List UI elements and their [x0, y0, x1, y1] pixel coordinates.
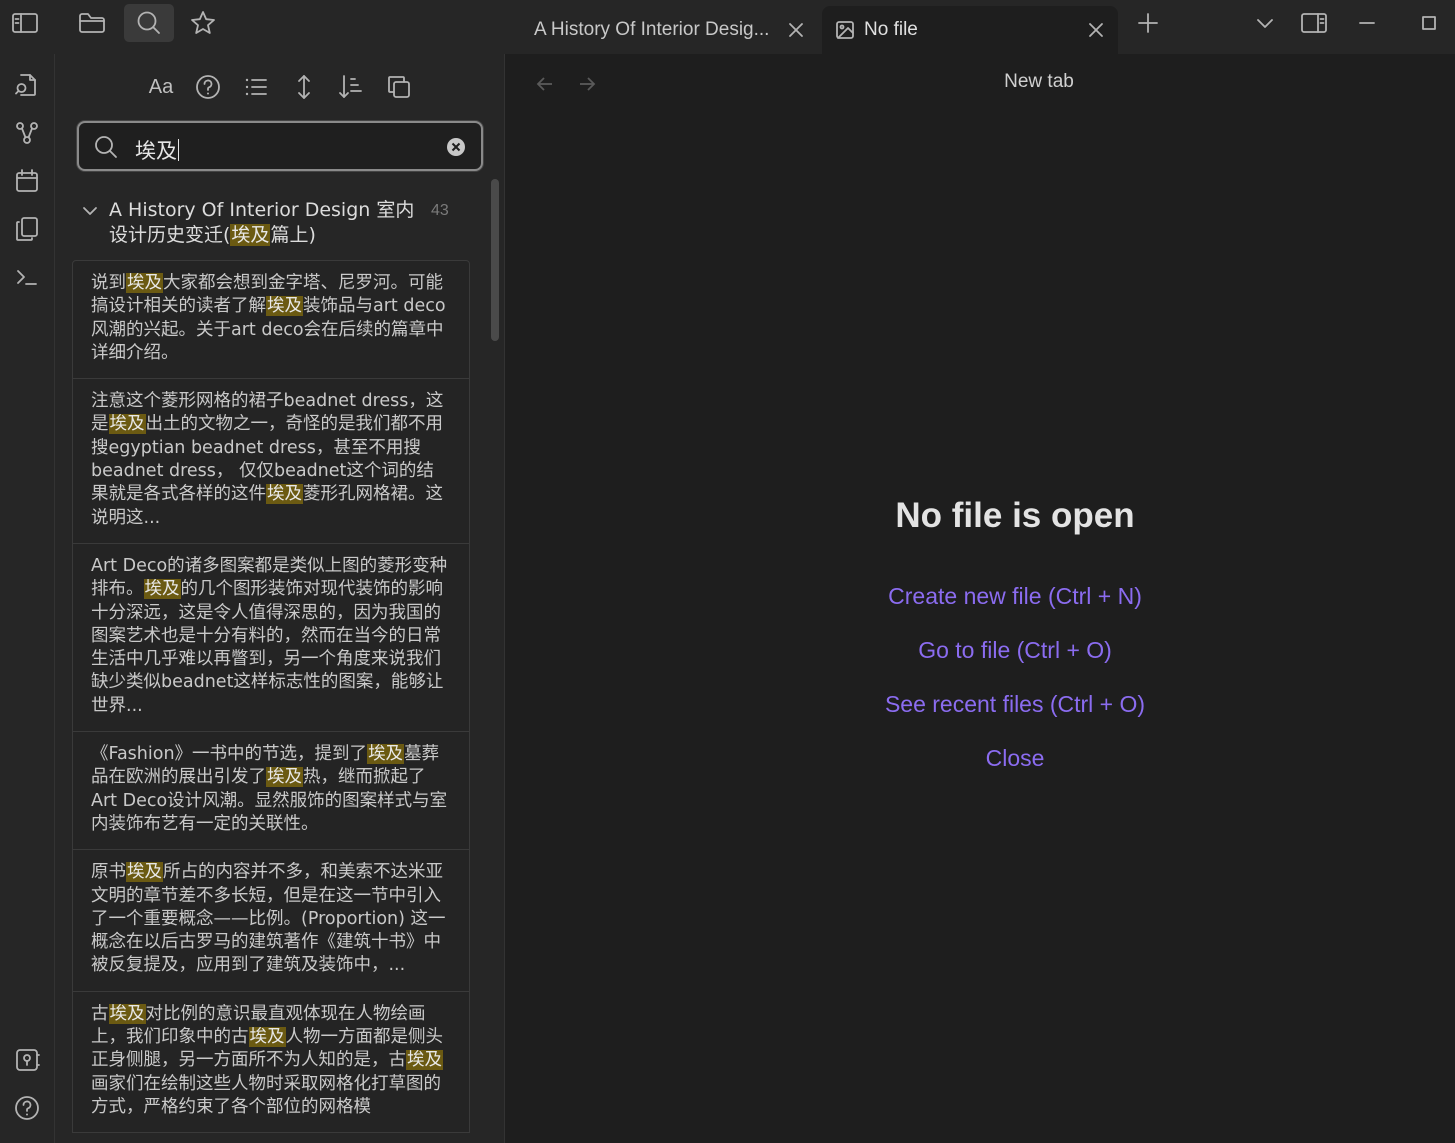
graph-icon [16, 122, 38, 144]
terminal-icon [17, 270, 37, 285]
bookmarks-button[interactable] [178, 4, 228, 42]
sort-button[interactable] [334, 70, 368, 104]
tab-label: A History Of Interior Desig... [534, 19, 770, 40]
match-case-button[interactable]: Aa [144, 70, 178, 104]
search-match: 埃及 [367, 744, 405, 765]
match-count: 43 [431, 202, 449, 219]
sidebar-toggle-icon [12, 13, 38, 33]
sidebar-toggle-button[interactable] [0, 4, 50, 42]
search-match: 埃及 [126, 862, 163, 883]
empty-state-title: No file is open [895, 496, 1135, 535]
calendar-icon [16, 169, 38, 192]
search-match: 埃及 [266, 484, 303, 505]
templates-icon [16, 217, 38, 241]
help-button[interactable] [8, 1089, 46, 1127]
copy-icon [388, 76, 410, 98]
search-icon [137, 11, 160, 34]
graph-view-button[interactable] [8, 114, 46, 152]
tab-list-button[interactable] [1242, 4, 1288, 42]
view-header-title: New tab [1004, 71, 1074, 92]
tab-close-button[interactable] [785, 19, 807, 41]
chevron-down-icon [1257, 19, 1273, 28]
empty-tab-view: New tab No file is open Create new file … [506, 54, 1455, 1143]
explain-search-button[interactable] [191, 70, 225, 104]
search-input[interactable]: 埃及 [77, 121, 483, 171]
collapse-chevron-icon[interactable] [81, 202, 99, 220]
close-icon [1089, 23, 1103, 37]
search-result-snippet[interactable]: 说到埃及大家都会想到金字塔、尼罗河。可能搞设计相关的读者了解埃及装饰品与art … [72, 260, 470, 380]
vault-icon [16, 1049, 40, 1071]
files-button[interactable] [67, 4, 117, 42]
terminal-button[interactable] [8, 258, 46, 296]
search-match: 埃及 [143, 579, 181, 600]
show-more-context-button[interactable] [287, 70, 321, 104]
ribbon [0, 54, 55, 1143]
snippet-text: 说到 [91, 273, 126, 293]
close-icon [789, 23, 803, 37]
search-results-list: 说到埃及大家都会想到金字塔、尼罗河。可能搞设计相关的读者了解埃及装饰品与art … [72, 260, 470, 1134]
search-pane: Aa 埃及 A History Of Interior Design 室内设计历… [55, 54, 505, 1143]
tab-history-of-interior-design[interactable]: A History Of Interior Desig... [520, 6, 820, 54]
right-sidebar-toggle-button[interactable] [1290, 4, 1338, 42]
search-match: 埃及 [108, 414, 146, 435]
search-match: 埃及 [248, 1027, 286, 1048]
folder-icon [79, 13, 105, 33]
match-case-label: Aa [148, 75, 174, 98]
new-tab-button[interactable] [1124, 4, 1172, 42]
list-icon [245, 78, 267, 96]
search-match: 埃及 [230, 224, 271, 246]
search-result-file-title: A History Of Interior Design 室内设计历史变迁(埃及… [109, 199, 415, 246]
search-match: 埃及 [108, 1003, 146, 1024]
search-icon [95, 136, 117, 158]
search-result-snippet[interactable]: 古埃及对比例的意识最直观体现在人物绘画上，我们印象中的古埃及人物一方面都是侧头正… [72, 991, 470, 1134]
search-result-snippet[interactable]: Art Deco的诸多图案都是类似上图的菱形变种排布。埃及的几个图形装饰对现代装… [72, 543, 470, 733]
maximize-icon [1422, 16, 1436, 30]
new-tab-icon [1138, 13, 1158, 33]
vault-switcher-button[interactable] [8, 1041, 46, 1079]
snippet-text: 原书 [91, 862, 126, 883]
scrollbar-thumb[interactable] [491, 179, 499, 341]
help-icon [196, 75, 220, 99]
clear-search-icon[interactable] [445, 136, 467, 158]
snippet-text: 古 [91, 1003, 109, 1024]
search-match: 埃及 [266, 296, 303, 317]
search-query: 埃及 [135, 135, 179, 165]
sort-icon [339, 75, 362, 98]
daily-note-button[interactable] [8, 162, 46, 200]
see-recent-files-link[interactable]: See recent files (Ctrl + O) [506, 691, 1455, 718]
title-bar: A History Of Interior Desig... No file [0, 0, 1455, 54]
right-sidebar-icon [1301, 13, 1327, 33]
snippet-text: 画家们在绘制这些人物时采取网格化打草图的方式，严格约束了各个部位的网格模 [91, 1073, 441, 1117]
maximize-button[interactable] [1406, 4, 1452, 42]
expand-vertical-icon [298, 75, 310, 99]
minimize-button[interactable] [1344, 4, 1390, 42]
search-result-snippet[interactable]: 注意这个菱形网格的裙子beadnet dress，这是埃及出土的文物之一，奇怪的… [72, 379, 470, 544]
open-quick-switcher-icon [15, 74, 36, 96]
go-to-file-link[interactable]: Go to file (Ctrl + O) [506, 637, 1455, 664]
tab-label: No file [864, 19, 918, 40]
copy-results-button[interactable] [382, 70, 416, 104]
minimize-icon [1359, 22, 1375, 24]
tab-close-button[interactable] [1085, 19, 1107, 41]
create-new-file-link[interactable]: Create new file (Ctrl + N) [506, 583, 1455, 610]
quick-switcher-button[interactable] [8, 66, 46, 104]
search-match: 埃及 [126, 273, 163, 293]
snippet-text: 《Fashion》一书中的节选，提到了 [91, 744, 368, 765]
search-result-snippet[interactable]: 原书埃及所占的内容并不多，和美索不达米亚文明的章节差不多长短，但是在这一节中引入… [72, 850, 470, 992]
close-tab-link[interactable]: Close [506, 745, 1455, 772]
search-result-snippet[interactable]: 《Fashion》一书中的节选，提到了埃及墓葬品在欧洲的展出引发了埃及热，继而掀… [72, 732, 470, 851]
snippet-text: 的几个图形装饰对现代装饰的影响十分深远，这是令人值得深思的，因为我国的图案艺术也… [91, 579, 444, 716]
search-match: 埃及 [406, 1050, 443, 1071]
search-button[interactable] [124, 4, 174, 42]
templates-button[interactable] [8, 210, 46, 248]
help-icon [15, 1096, 39, 1120]
image-file-icon [836, 21, 854, 39]
star-icon [191, 11, 215, 34]
tab-no-file[interactable]: No file [822, 6, 1118, 54]
search-match: 埃及 [266, 767, 303, 788]
collapse-results-button[interactable] [239, 70, 273, 104]
